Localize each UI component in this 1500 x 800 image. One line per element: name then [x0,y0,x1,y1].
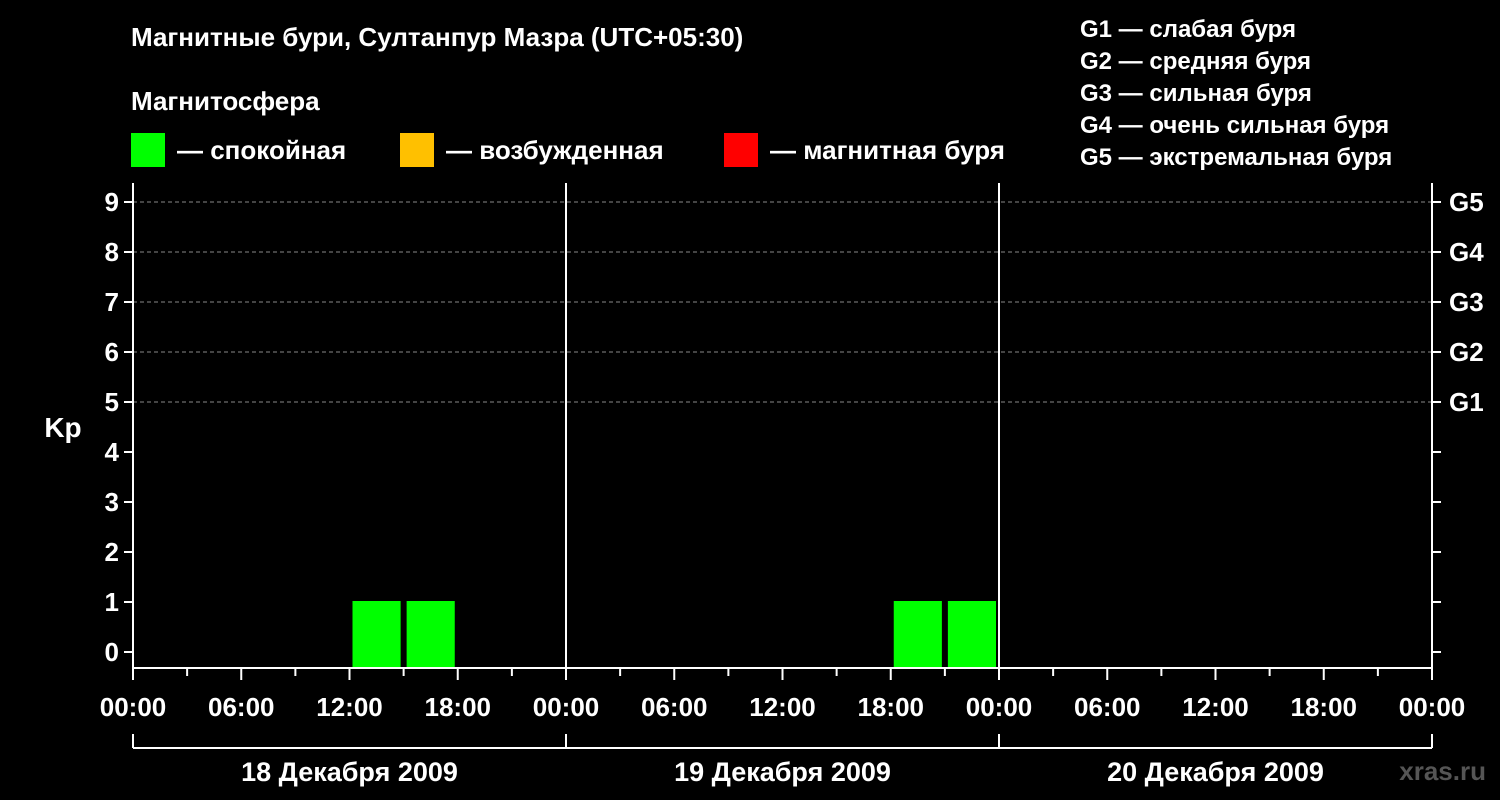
kp-bar [947,601,996,668]
y-tick-label: 9 [105,187,119,217]
x-tick-label: 12:00 [316,692,383,722]
day-label: 18 Декабря 2009 [241,757,458,787]
kp-bar [893,601,942,668]
x-tick-label: 18:00 [858,692,925,722]
y-tick-label: 1 [105,587,119,617]
x-tick-label: 12:00 [749,692,816,722]
kp-bar [352,601,401,668]
kp-chart: 0 1 2 3 4 5 6 7 8 9 Kp G1 G2 G3 G4 G5 00:00 06:00 12:00 18:… [44,183,1484,787]
x-tick-label: 18:00 [1291,692,1358,722]
g-tick-label: G3 [1449,287,1484,317]
g-tick-label: G4 [1449,237,1484,267]
x-tick-label: 00:00 [100,692,167,722]
y-tick-label: 4 [105,437,120,467]
x-tick-label: 06:00 [1074,692,1141,722]
x-tick-label: 06:00 [208,692,275,722]
y-tick-label: 2 [105,537,119,567]
site-credit: xras.ru [1399,756,1486,786]
y-tick-label: 3 [105,487,119,517]
kp-bar [406,601,455,668]
y-tick-label: 8 [105,237,119,267]
day-label: 19 Декабря 2009 [674,757,891,787]
y-tick-label: 0 [105,637,119,667]
y-tick-label: 5 [105,387,119,417]
g-tick-label: G1 [1449,387,1484,417]
x-tick-label: 00:00 [966,692,1033,722]
y-tick-label: 7 [105,287,119,317]
g-tick-label: G5 [1449,187,1484,217]
x-tick-label: 00:00 [533,692,600,722]
x-tick-label: 00:00 [1399,692,1466,722]
x-tick-label: 12:00 [1182,692,1249,722]
y-tick-label: 6 [105,337,119,367]
x-tick-label: 18:00 [425,692,492,722]
y-axis-label: Kp [44,412,81,443]
day-label: 20 Декабря 2009 [1107,757,1324,787]
g-tick-label: G2 [1449,337,1484,367]
x-tick-label: 06:00 [641,692,708,722]
